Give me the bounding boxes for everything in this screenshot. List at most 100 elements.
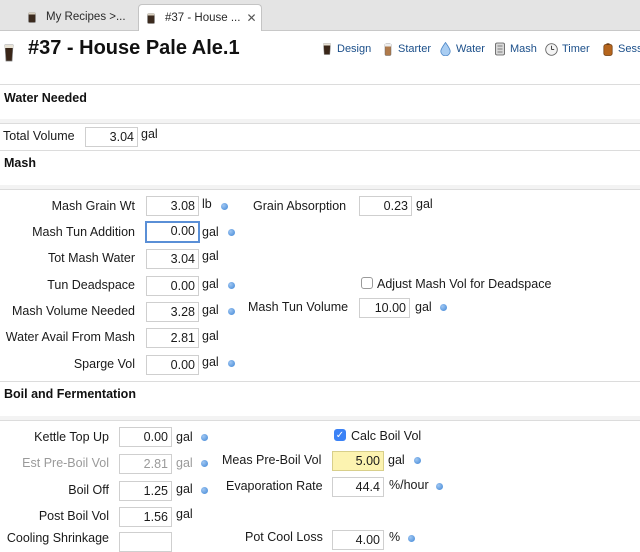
info-dot-icon[interactable] [228, 282, 235, 289]
mash-tun-addition-unit: gal [202, 225, 219, 239]
est-pre-boil-unit: gal [176, 456, 193, 470]
info-dot-icon[interactable] [228, 360, 235, 367]
sparge-vol-unit: gal [202, 355, 219, 369]
total-volume-label: Total Volume [3, 129, 75, 143]
toolbar-water-button[interactable]: Water [439, 41, 485, 57]
mash-grain-wt-unit: lb [202, 197, 212, 211]
sparge-vol-label: Sparge Vol [73, 357, 135, 371]
est-pre-boil-field: 2.81 [119, 454, 172, 474]
water-drop-icon [439, 42, 452, 56]
mash-volume-needed-field[interactable]: 3.28 [146, 302, 199, 322]
evaporation-rate-unit: %/hour [389, 478, 429, 492]
boil-off-label: Boil Off [68, 483, 109, 497]
total-volume-unit: gal [141, 127, 158, 141]
adjust-deadspace-label: Adjust Mash Vol for Deadspace [377, 277, 552, 291]
mash-tun-volume-unit: gal [415, 300, 432, 314]
mash-grain-wt-field[interactable]: 3.08 [146, 196, 199, 216]
pot-cool-loss-field[interactable]: 4.00 [332, 530, 384, 550]
mash-tun-icon [493, 42, 506, 56]
info-dot-icon[interactable] [228, 229, 235, 236]
section-water-needed [0, 84, 640, 124]
info-dot-icon[interactable] [440, 304, 447, 311]
sparge-vol-field[interactable]: 0.00 [146, 355, 199, 375]
grain-absorption-field[interactable]: 0.23 [359, 196, 412, 216]
tun-deadspace-unit: gal [202, 277, 219, 291]
toolbar-starter-button[interactable]: Starter [381, 41, 431, 57]
evaporation-rate-label: Evaporation Rate [226, 479, 323, 493]
mash-tun-volume-label: Mash Tun Volume [248, 300, 349, 314]
beer-glass-icon [320, 42, 333, 56]
mash-tun-addition-field[interactable]: 0.00 [145, 221, 200, 243]
info-dot-icon[interactable] [228, 308, 235, 315]
info-dot-icon[interactable] [221, 203, 228, 210]
tab-my-recipes[interactable]: My Recipes >... [20, 5, 130, 29]
section-mash [0, 150, 640, 190]
toolbar-label: Design [337, 43, 372, 55]
pot-cool-loss-unit: % [389, 530, 401, 544]
page-title: #37 - House Pale Ale.1 [28, 37, 240, 59]
tab-label: #37 - House ... [165, 12, 241, 24]
boil-off-field[interactable]: 1.25 [119, 481, 172, 501]
beer-glass-icon [4, 44, 14, 62]
beer-glass-icon [147, 12, 155, 24]
info-dot-icon[interactable] [436, 483, 443, 490]
toolbar-label: Timer [562, 43, 590, 55]
mash-grain-wt-label: Mash Grain Wt [51, 199, 135, 213]
close-icon[interactable]: ✕ [246, 11, 256, 25]
tot-mash-water-label: Tot Mash Water [47, 251, 135, 265]
grain-absorption-label: Grain Absorption [253, 199, 347, 213]
meas-pre-boil-label: Meas Pre-Boil Vol [222, 453, 322, 467]
pot-cool-loss-label: Pot Cool Loss [245, 530, 323, 544]
kettle-top-up-field[interactable]: 0.00 [119, 427, 172, 447]
info-dot-icon[interactable] [201, 434, 208, 441]
cooling-shrinkage-field[interactable] [119, 532, 172, 552]
meas-pre-boil-unit: gal [388, 453, 405, 467]
calc-boil-vol-checkbox[interactable]: ✓ [334, 429, 346, 441]
tun-deadspace-label: Tun Deadspace [47, 278, 135, 292]
section-title-water-needed: Water Needed [4, 91, 87, 105]
evaporation-rate-field[interactable]: 44.4 [332, 477, 384, 497]
mash-volume-needed-unit: gal [202, 303, 219, 317]
kettle-top-up-unit: gal [176, 430, 193, 444]
tab-recipe-37[interactable]: #37 - House ... ✕ [138, 4, 262, 31]
toolbar-label: Water [456, 43, 485, 55]
mash-tun-addition-label: Mash Tun Addition [32, 225, 135, 239]
toolbar-timer-button[interactable]: Timer [545, 41, 590, 57]
toolbar-label: Starter [398, 43, 432, 55]
calc-boil-vol-label: Calc Boil Vol [351, 429, 422, 443]
info-dot-icon[interactable] [408, 535, 415, 542]
total-volume-field[interactable]: 3.04 [85, 127, 138, 147]
timer-clock-icon [545, 42, 558, 56]
cooling-shrinkage-label: Cooling Shrinkage [6, 531, 109, 545]
info-dot-icon[interactable] [414, 457, 421, 464]
adjust-deadspace-checkbox[interactable] [361, 277, 373, 289]
tot-mash-water-unit: gal [202, 249, 219, 263]
meas-pre-boil-field[interactable]: 5.00 [332, 451, 384, 471]
starter-flask-icon [381, 42, 394, 56]
water-avail-unit: gal [202, 329, 219, 343]
section-title-boil: Boil and Fermentation [4, 387, 136, 401]
post-boil-vol-field[interactable]: 1.56 [119, 507, 172, 527]
section-title-mash: Mash [4, 156, 36, 170]
toolbar-design-button[interactable]: Design [320, 41, 371, 57]
est-pre-boil-label: Est Pre-Boil Vol [22, 456, 109, 470]
post-boil-vol-unit: gal [176, 507, 193, 521]
tab-label: My Recipes >... [46, 11, 126, 23]
tot-mash-water-field[interactable]: 3.04 [146, 249, 199, 269]
toolbar-mash-button[interactable]: Mash [493, 41, 537, 57]
water-avail-label: Water Avail From Mash [5, 330, 135, 344]
mash-tun-volume-field[interactable]: 10.00 [359, 298, 410, 318]
info-dot-icon[interactable] [201, 460, 208, 467]
toolbar-session-button[interactable]: Sess [601, 41, 640, 57]
toolbar-label: Mash [510, 43, 537, 55]
info-dot-icon[interactable] [201, 487, 208, 494]
toolbar-label: Sess [618, 43, 640, 55]
session-keg-icon [601, 42, 614, 56]
boil-off-unit: gal [176, 482, 193, 496]
tun-deadspace-field[interactable]: 0.00 [146, 276, 199, 296]
post-boil-vol-label: Post Boil Vol [38, 509, 109, 523]
kettle-top-up-label: Kettle Top Up [34, 430, 109, 444]
water-avail-field[interactable]: 2.81 [146, 328, 199, 348]
beer-glass-icon [28, 11, 36, 23]
grain-absorption-unit: gal [416, 197, 433, 211]
